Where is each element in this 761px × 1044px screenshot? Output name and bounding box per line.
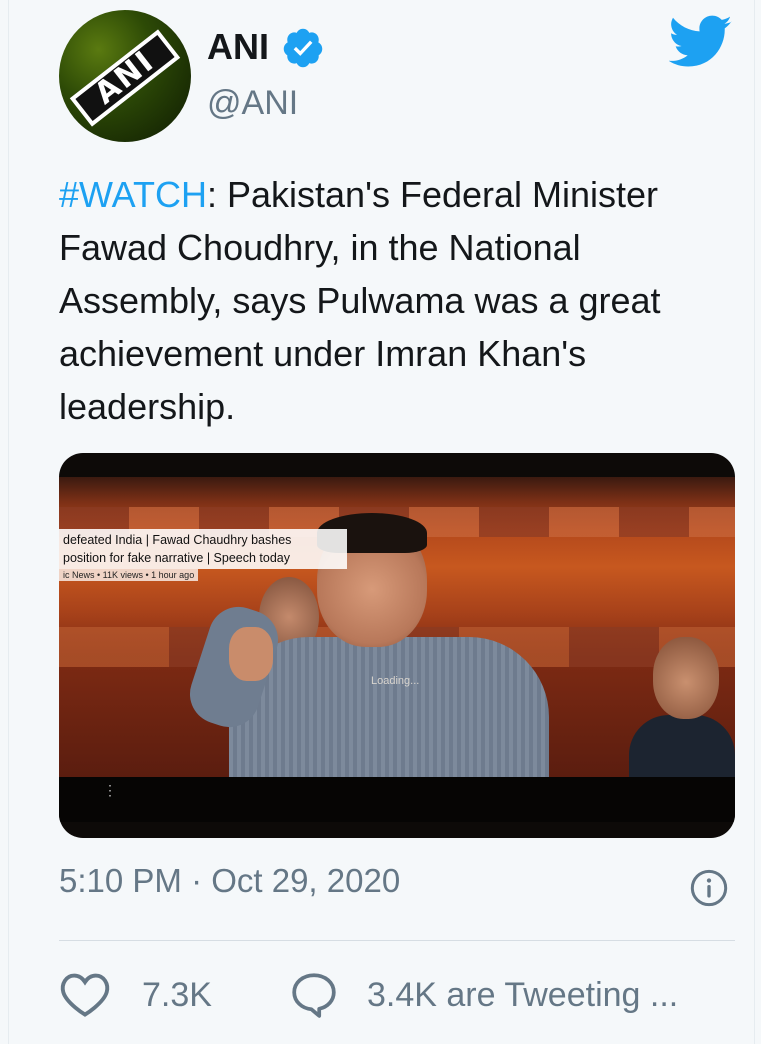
tweeting-link[interactable]: 3.4K are Tweeting ... [367, 976, 678, 1015]
video-frame: defeated India | Fawad Chaudhry bashes p… [59, 477, 735, 797]
tweet-text: #WATCH: Pakistan's Federal Minister Fawa… [59, 168, 749, 433]
speaker-hand [229, 627, 273, 681]
video-overlay-line: defeated India | Fawad Chaudhry bashes [63, 533, 292, 547]
avatar[interactable]: ANI [59, 10, 191, 142]
heart-icon[interactable] [59, 970, 111, 1018]
divider [59, 940, 735, 941]
author-name[interactable]: ANI [207, 26, 269, 68]
video-overlay-line: position for fake narrative | Speech tod… [63, 551, 290, 565]
like-count[interactable]: 7.3K [142, 976, 212, 1015]
seated-person [629, 637, 735, 785]
avatar-logo: ANI [69, 29, 181, 127]
video-overlay-meta: ic News • 11K views • 1 hour ago [59, 569, 199, 581]
author-handle[interactable]: @ANI [207, 84, 298, 123]
seated-person-body [629, 715, 735, 785]
loading-text: Loading... [371, 675, 420, 687]
hashtag-link[interactable]: #WATCH [59, 174, 207, 215]
kebab-menu-icon[interactable]: ⋮ [103, 783, 117, 797]
speech-bubble-icon[interactable] [289, 970, 339, 1018]
video-overlay-title: defeated India | Fawad Chaudhry bashes p… [59, 529, 347, 569]
verified-badge-icon [283, 28, 323, 68]
video-controls-bar [59, 777, 735, 822]
seated-person-head [653, 637, 719, 719]
info-icon[interactable] [689, 868, 729, 908]
speaker-body [229, 637, 549, 797]
tweet-timestamp[interactable]: 5:10 PM · Oct 29, 2020 [59, 862, 400, 900]
twitter-bird-icon[interactable] [669, 14, 733, 70]
video-player[interactable]: defeated India | Fawad Chaudhry bashes p… [59, 453, 735, 838]
tweet-card: ANI ANI @ANI #WATCH: Pakistan's Federal … [8, 0, 755, 1044]
